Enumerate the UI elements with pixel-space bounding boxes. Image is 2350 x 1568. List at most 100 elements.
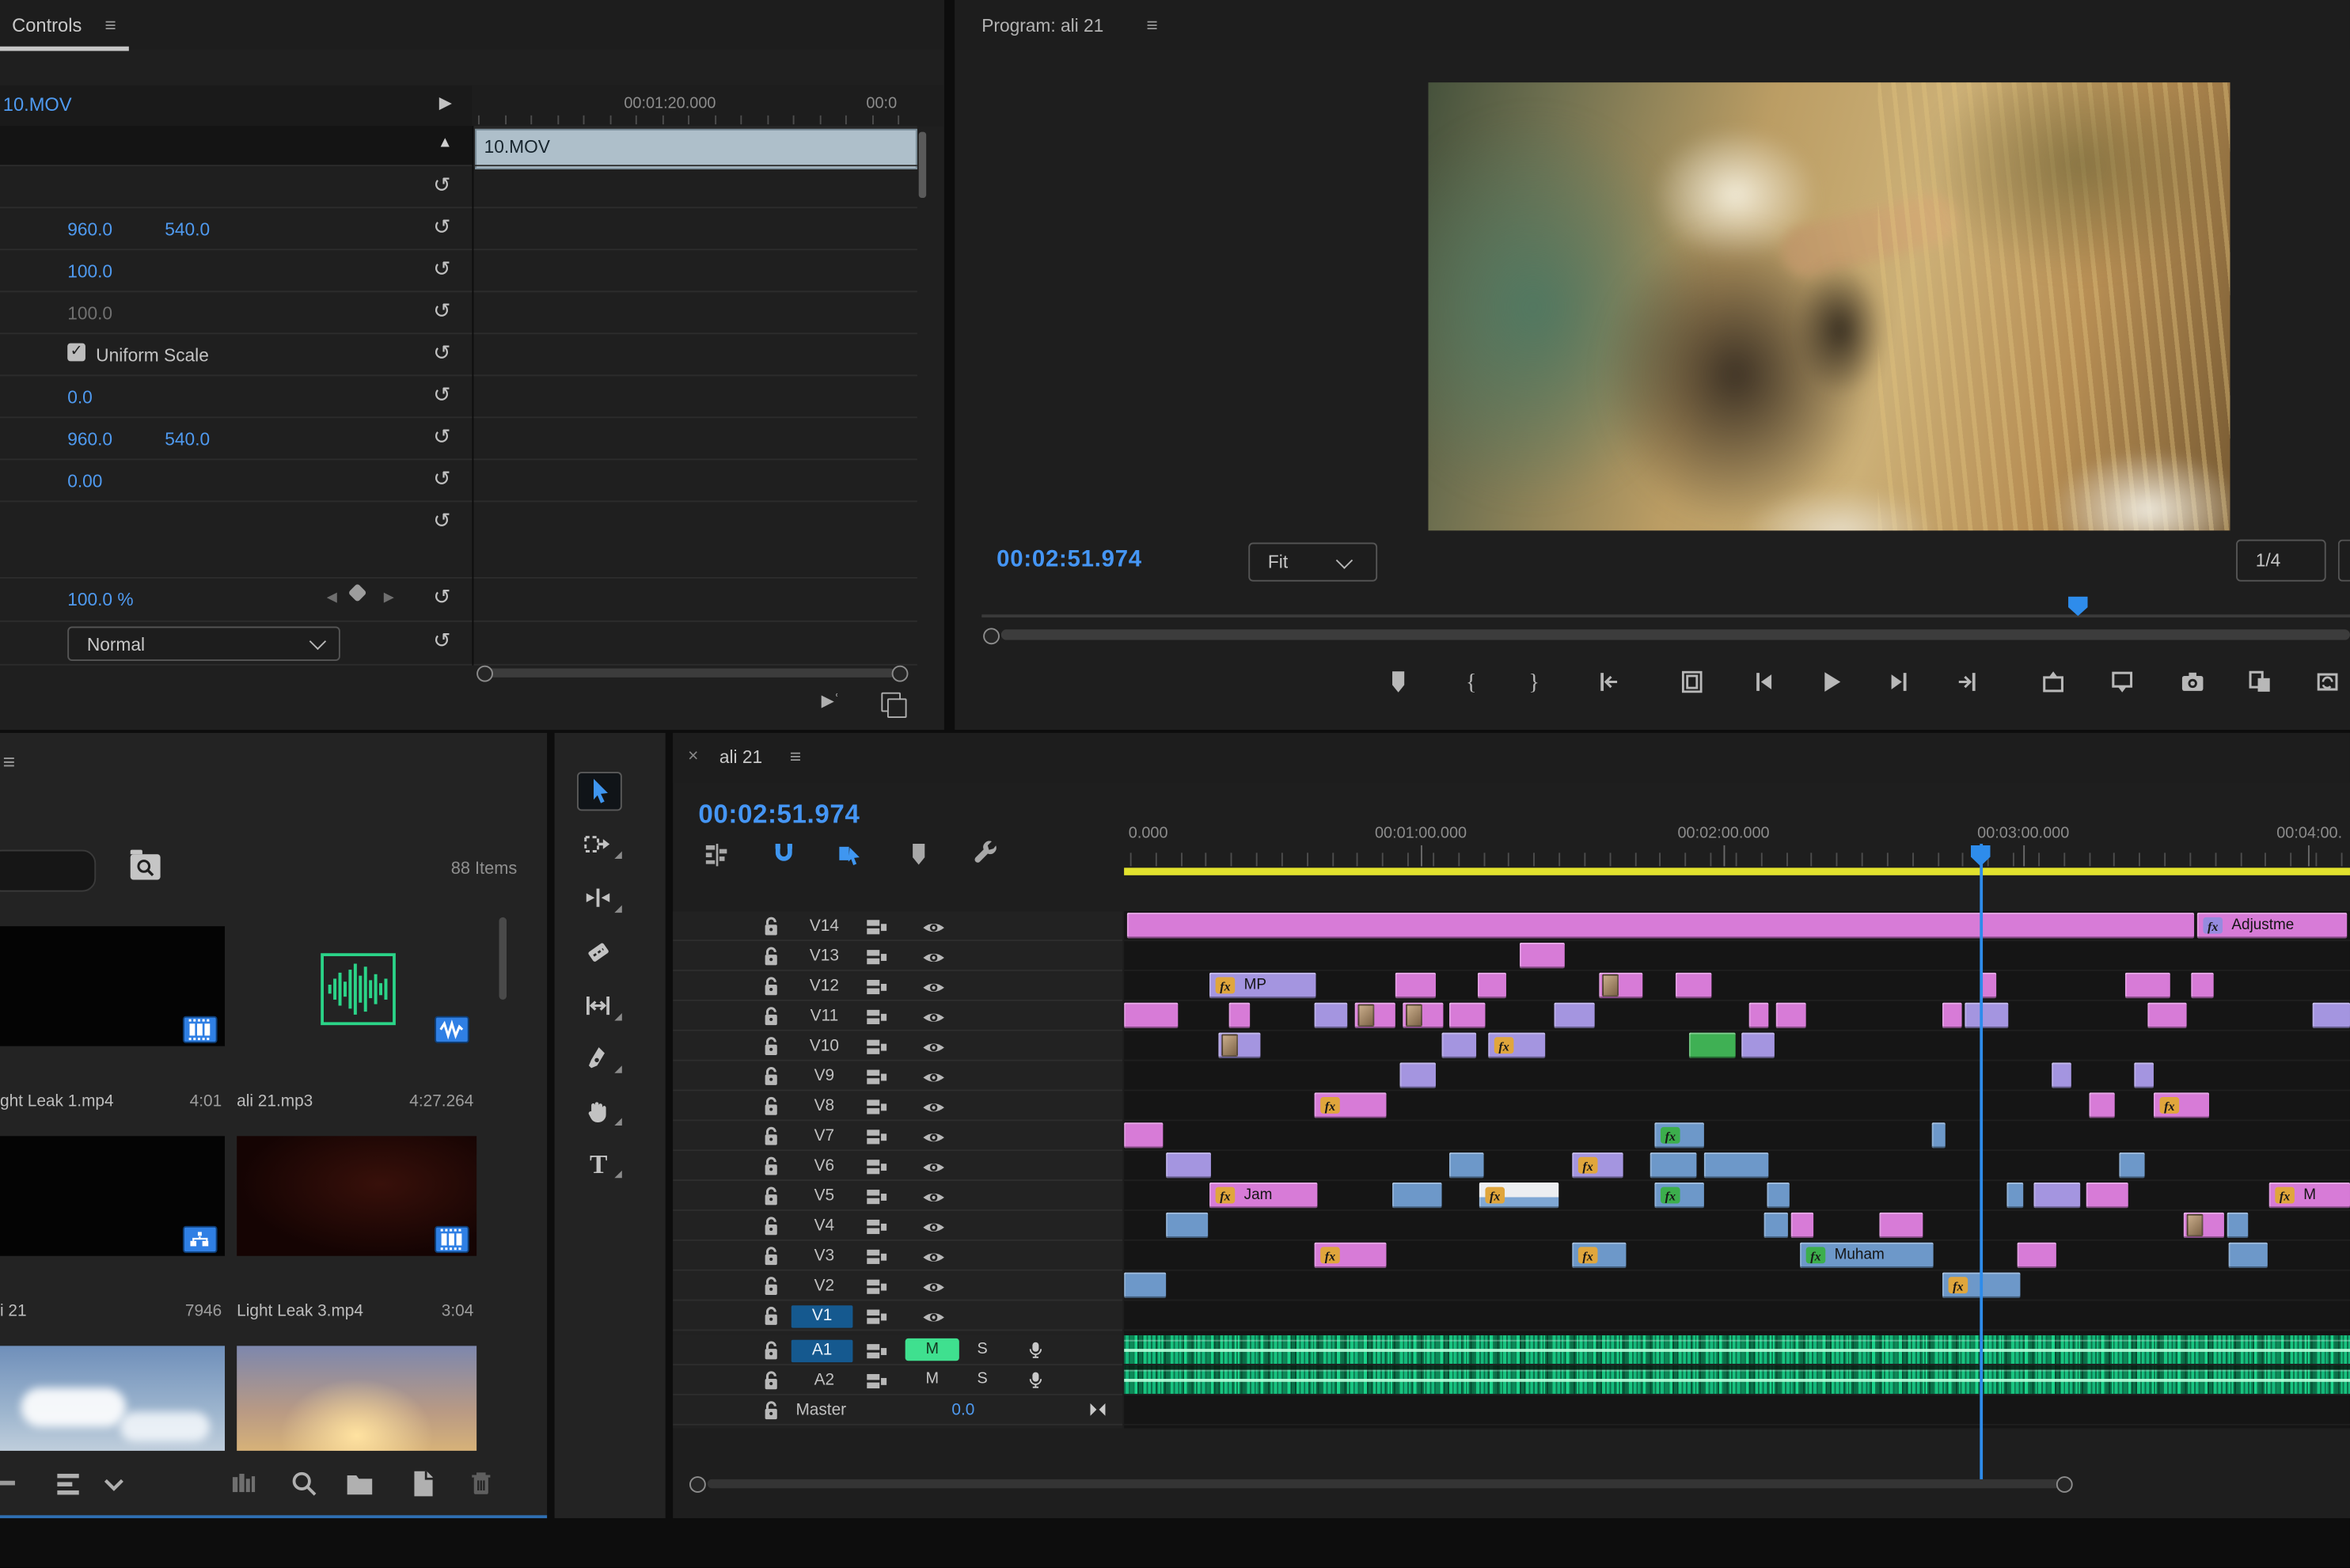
lock-icon[interactable] bbox=[761, 1305, 781, 1327]
track-lane-V1[interactable] bbox=[1124, 1301, 2350, 1330]
timeline-clip[interactable] bbox=[1395, 973, 1436, 998]
toggle-track-output-eye-icon[interactable] bbox=[921, 1067, 945, 1085]
timeline-clip[interactable] bbox=[1650, 1152, 1697, 1178]
toggle-track-output-eye-icon[interactable] bbox=[921, 1127, 945, 1145]
timeline-settings-button[interactable] bbox=[973, 841, 1000, 868]
track-header-V3[interactable]: V3 bbox=[673, 1241, 1122, 1270]
track-name[interactable]: V3 bbox=[803, 1246, 845, 1264]
toggle-track-output-eye-icon[interactable] bbox=[921, 978, 945, 996]
timeline-clip[interactable] bbox=[1218, 1033, 1260, 1058]
track-header-A2[interactable]: A2MS bbox=[673, 1365, 1122, 1394]
track-header-V8[interactable]: V8 bbox=[673, 1091, 1122, 1119]
sync-lock-icon[interactable] bbox=[865, 1125, 889, 1147]
timeline-clip[interactable] bbox=[1599, 973, 1642, 998]
toggle-track-output-eye-icon[interactable] bbox=[921, 1157, 945, 1175]
timeline-zoom-handle-left[interactable] bbox=[689, 1476, 706, 1493]
lock-icon[interactable] bbox=[761, 1340, 781, 1361]
lock-icon[interactable] bbox=[761, 1035, 781, 1057]
timeline-clip[interactable] bbox=[1791, 1213, 1813, 1238]
track-lane-V3[interactable]: fxfxfxMuham bbox=[1124, 1241, 2350, 1270]
track-name[interactable]: V11 bbox=[803, 1006, 845, 1024]
mute-button[interactable]: M bbox=[905, 1369, 959, 1391]
timeline-clip[interactable]: fxMP bbox=[1209, 973, 1315, 998]
track-header-V14[interactable]: V14 bbox=[673, 911, 1122, 940]
nest-toggle-button[interactable] bbox=[704, 841, 731, 868]
timeline-clip[interactable] bbox=[2184, 1213, 2224, 1238]
timeline-clip[interactable] bbox=[1127, 913, 2194, 938]
timeline-clip[interactable] bbox=[1124, 1273, 1166, 1298]
timeline-clip[interactable] bbox=[1124, 1122, 1163, 1148]
lock-icon[interactable] bbox=[761, 916, 781, 937]
track-header-A1[interactable]: A1MS bbox=[673, 1335, 1122, 1364]
track-name[interactable]: A1 bbox=[792, 1339, 853, 1361]
timeline-clip[interactable] bbox=[1676, 973, 1711, 998]
timeline-clip[interactable] bbox=[2134, 1062, 2154, 1088]
lock-icon[interactable] bbox=[761, 1126, 781, 1147]
audio-waveform[interactable] bbox=[1124, 1335, 2350, 1364]
timeline-clip[interactable] bbox=[1355, 1003, 1395, 1028]
timeline-clip[interactable] bbox=[1403, 1003, 1443, 1028]
audio-waveform[interactable] bbox=[1124, 1365, 2350, 1394]
fx-badge[interactable]: fx bbox=[1485, 1187, 1505, 1204]
fx-badge[interactable]: fx bbox=[1806, 1247, 1826, 1263]
track-lane-A2[interactable] bbox=[1124, 1365, 2350, 1394]
timeline-clip[interactable] bbox=[1741, 1033, 1775, 1058]
track-name[interactable]: V10 bbox=[803, 1036, 845, 1054]
toggle-track-output-eye-icon[interactable] bbox=[921, 1007, 945, 1025]
lock-icon[interactable] bbox=[761, 1370, 781, 1391]
fx-badge[interactable]: fx bbox=[1216, 1187, 1236, 1204]
timeline-clip[interactable] bbox=[1400, 1062, 1436, 1088]
sync-lock-icon[interactable] bbox=[865, 1274, 889, 1297]
track-header-V1[interactable]: V1 bbox=[673, 1301, 1122, 1330]
track-lane-V9[interactable] bbox=[1124, 1061, 2350, 1090]
track-lane-V7[interactable]: fx bbox=[1124, 1121, 2350, 1149]
fx-badge[interactable]: fx bbox=[1216, 978, 1236, 994]
fx-badge[interactable]: fx bbox=[1949, 1277, 1968, 1293]
sync-lock-icon[interactable] bbox=[865, 915, 889, 937]
sync-lock-icon[interactable] bbox=[865, 1185, 889, 1207]
track-header-V5[interactable]: V5 bbox=[673, 1181, 1122, 1209]
voiceover-mic-icon[interactable] bbox=[1027, 1367, 1045, 1392]
timeline-clip[interactable] bbox=[1879, 1213, 1923, 1238]
fx-badge[interactable]: fx bbox=[1320, 1097, 1340, 1114]
lock-icon[interactable] bbox=[761, 1065, 781, 1087]
lock-icon[interactable] bbox=[761, 976, 781, 997]
timeline-zoom-handle-right[interactable] bbox=[2056, 1476, 2073, 1493]
master-level-value[interactable]: 0.0 bbox=[951, 1400, 974, 1418]
track-lane-V13[interactable] bbox=[1124, 941, 2350, 970]
solo-button[interactable]: S bbox=[978, 1340, 988, 1358]
sync-lock-icon[interactable] bbox=[865, 1304, 889, 1327]
fx-badge[interactable]: fx bbox=[2160, 1097, 2180, 1114]
toggle-track-output-eye-icon[interactable] bbox=[921, 1247, 945, 1265]
sync-lock-icon[interactable] bbox=[865, 1095, 889, 1117]
lock-icon[interactable] bbox=[761, 946, 781, 967]
timeline-clip[interactable] bbox=[2227, 1213, 2249, 1238]
sync-lock-icon[interactable] bbox=[865, 1155, 889, 1177]
track-lane-V5[interactable]: fxJamfxfxfxM bbox=[1124, 1181, 2350, 1209]
track-name[interactable]: A2 bbox=[803, 1371, 845, 1389]
timeline-clip[interactable] bbox=[1981, 973, 1996, 998]
fx-badge[interactable]: fx bbox=[1578, 1157, 1598, 1174]
timeline-clip[interactable] bbox=[1478, 973, 1506, 998]
fx-badge[interactable]: fx bbox=[1661, 1187, 1680, 1204]
timeline-clip[interactable] bbox=[2006, 1183, 2023, 1208]
timeline-clip[interactable]: fxAdjustme bbox=[2197, 913, 2347, 938]
timeline-clip[interactable] bbox=[1689, 1033, 1736, 1058]
timeline-clip[interactable] bbox=[1749, 1003, 1769, 1028]
add-marker-button[interactable] bbox=[905, 841, 932, 868]
lock-icon[interactable] bbox=[761, 1275, 781, 1297]
track-lane-V14[interactable]: fxAdjustme bbox=[1124, 911, 2350, 940]
track-lane-V11[interactable] bbox=[1124, 1001, 2350, 1030]
timeline-clip[interactable] bbox=[2052, 1062, 2071, 1088]
timeline-clip[interactable] bbox=[1704, 1152, 1768, 1178]
lock-icon[interactable] bbox=[761, 1095, 781, 1117]
linked-selection-button[interactable] bbox=[837, 841, 864, 868]
track-name[interactable]: V5 bbox=[803, 1186, 845, 1205]
snap-button[interactable] bbox=[770, 841, 797, 868]
sync-lock-icon[interactable] bbox=[865, 1369, 889, 1391]
timeline-clip[interactable] bbox=[2229, 1243, 2268, 1268]
sync-lock-icon[interactable] bbox=[865, 1245, 889, 1267]
sync-lock-icon[interactable] bbox=[865, 1035, 889, 1057]
timeline-clip[interactable]: fx bbox=[1654, 1122, 1703, 1148]
timeline-clip[interactable]: fx bbox=[1315, 1243, 1387, 1268]
